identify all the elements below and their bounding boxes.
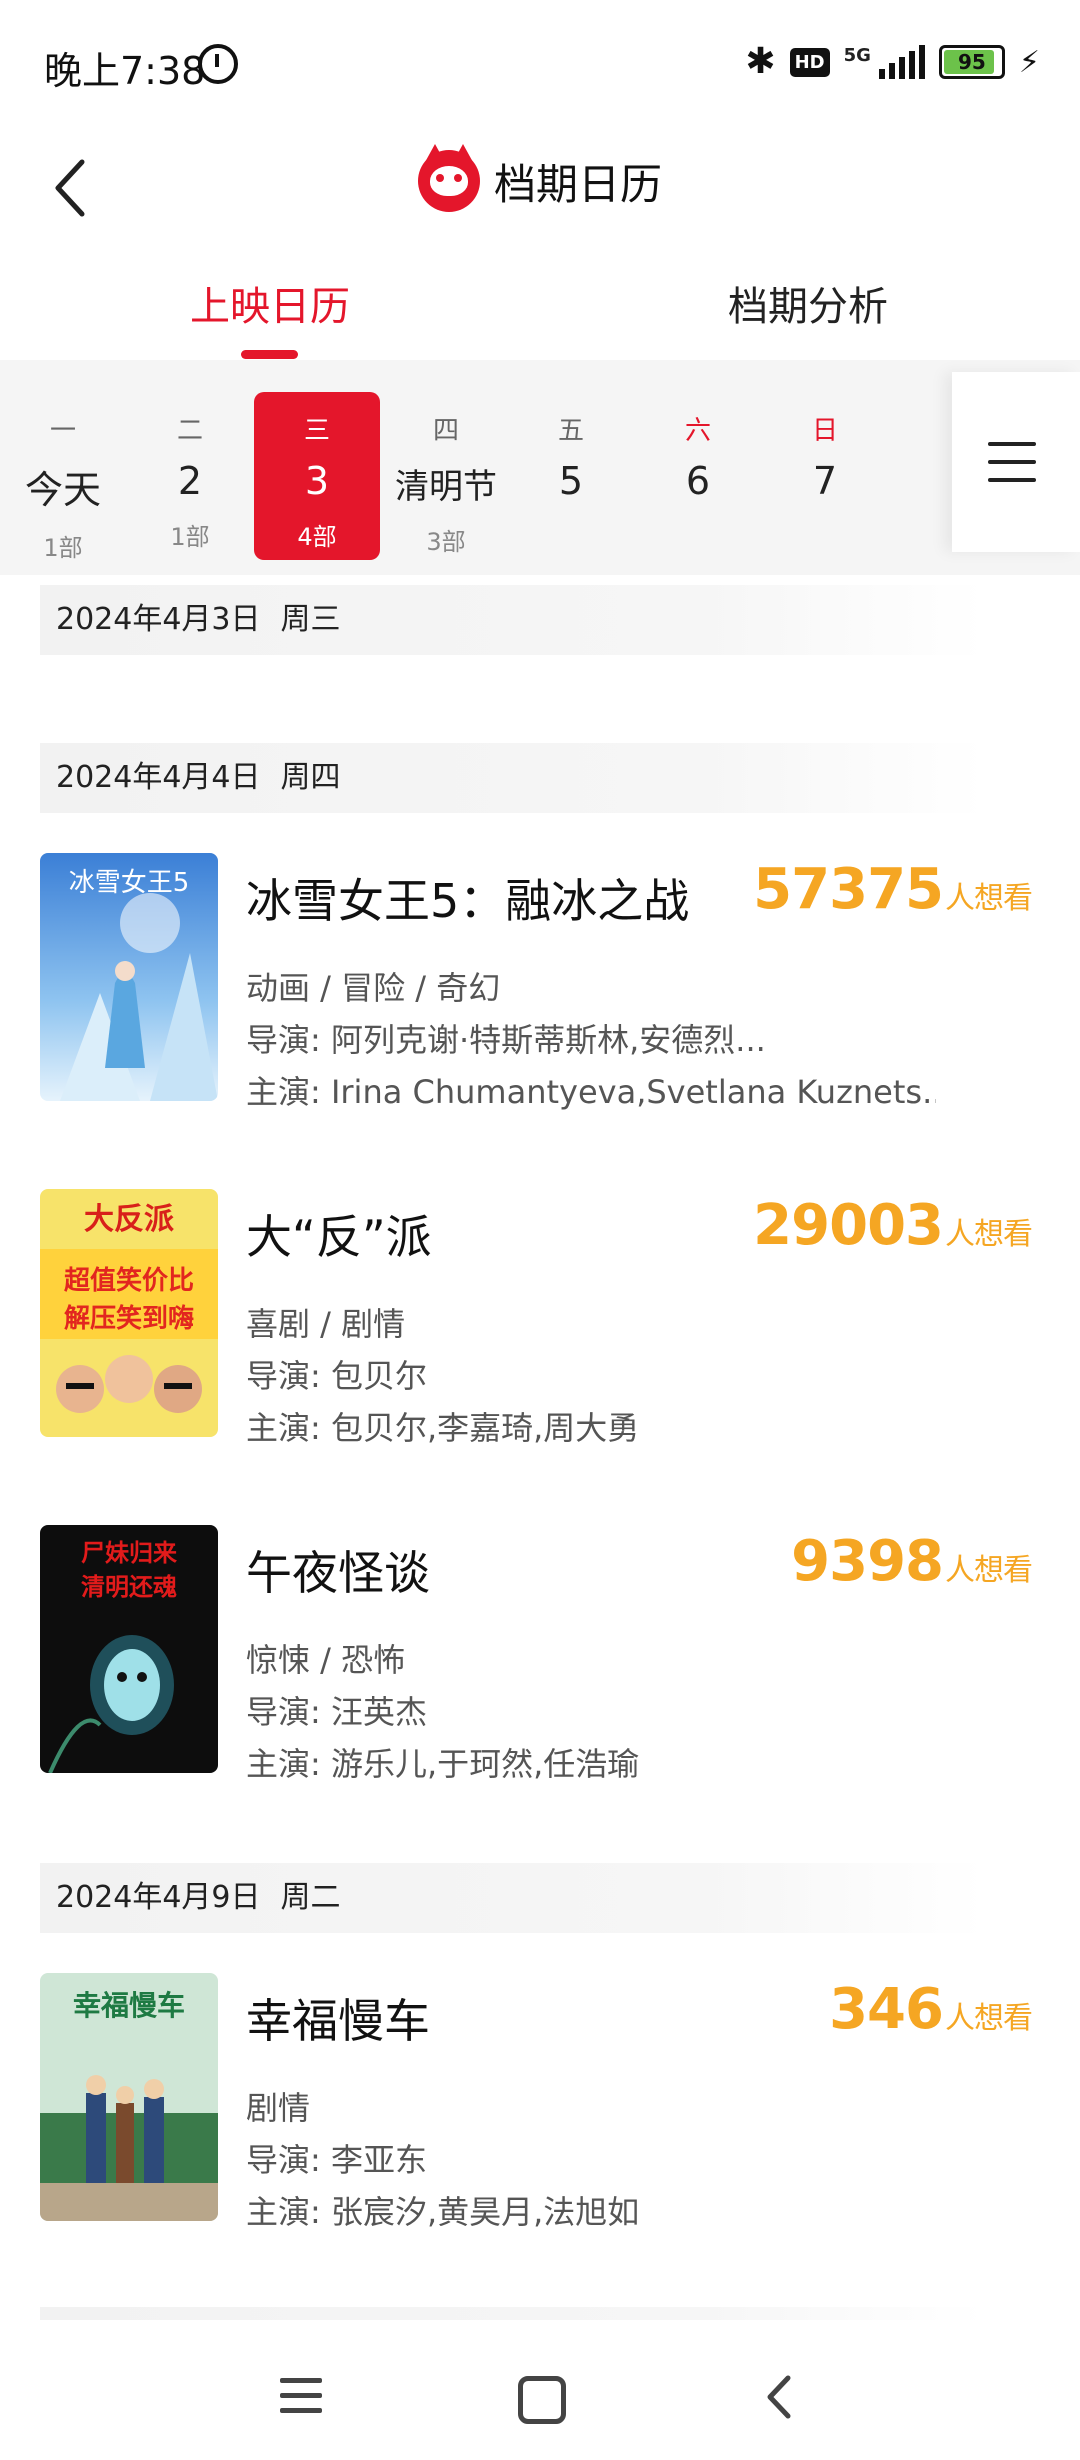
movie-poster[interactable]: 大反派 超值笑价比 解压笑到嗨 (40, 1189, 218, 1437)
day-count (635, 517, 761, 547)
movie-poster[interactable]: 冰雪女王5 (40, 853, 218, 1101)
battery-level: 95 (958, 50, 986, 74)
day-item[interactable]: 日 7 (762, 392, 888, 560)
svg-text:清明还魂: 清明还魂 (81, 1573, 177, 1601)
day-count (762, 517, 888, 547)
movie-cast: 主演: 张宸汐,黄昊月,法旭如 (246, 2193, 640, 2231)
calendar-menu-button[interactable] (952, 372, 1080, 552)
day-date: 5 (558, 459, 584, 503)
movie-genres: 惊悚 / 恐怖 (246, 1641, 406, 1679)
day-weekday: 一 (49, 416, 76, 446)
status-bar: 晚上7:38 ✱ HD 5G 95 ⚡ (0, 0, 1080, 130)
system-nav-bar (0, 2320, 1080, 2460)
day-item[interactable]: 五 5 (508, 392, 634, 560)
movie-director: 导演: 李亚东 (246, 2141, 427, 2179)
app-header: 档期日历 (0, 130, 1080, 250)
charging-icon: ⚡ (1018, 44, 1040, 80)
recent-apps-icon[interactable] (280, 2378, 322, 2423)
day-date: 清明节 (395, 467, 497, 507)
want-to-see-count: 29003人想看 (753, 1193, 1033, 1258)
movie-director: 导演: 包贝尔 (246, 1357, 427, 1395)
movie-list: 2024年4月3日 周三 2024年4月4日 周四 冰雪女王5 冰雪女王5：融冰之战… (0, 575, 1080, 2320)
movie-poster[interactable]: 尸妹归来 清明还魂 (40, 1525, 218, 1773)
day-weekday: 三 (303, 416, 330, 446)
tab-release-calendar[interactable]: 上映日历 (190, 274, 350, 332)
date-group-header-partial (40, 2307, 985, 2320)
movie-cast: 主演: 游乐儿,于珂然,任浩瑜 (246, 1745, 640, 1783)
signal-icon: 5G (844, 45, 925, 79)
movie-title[interactable]: 幸福慢车 (246, 1985, 430, 2051)
group-weekday: 周四 (280, 760, 341, 795)
movie-director: 导演: 汪英杰 (246, 1693, 427, 1731)
home-icon[interactable] (518, 2376, 566, 2424)
movie-genres: 剧情 (246, 2089, 311, 2127)
movie-director: 导演: 阿列克谢·特斯蒂斯林,安德烈... (246, 1021, 766, 1059)
day-item[interactable]: 四 清明节 3部 (381, 392, 511, 560)
movie-title[interactable]: 大“反”派 (246, 1201, 432, 1267)
movie-genres: 喜剧 / 剧情 (246, 1305, 406, 1343)
date-group-header: 2024年4月4日 周四 (40, 743, 985, 813)
day-weekday: 二 (176, 416, 203, 446)
nav-back-icon[interactable] (760, 2372, 800, 2422)
movie-genres: 动画 / 冒险 / 奇幻 (246, 969, 501, 1007)
day-item-selected[interactable]: 三 3 4部 (254, 392, 380, 560)
hd-badge: HD (789, 47, 830, 77)
svg-text:冰雪女王5: 冰雪女王5 (69, 868, 190, 898)
group-weekday: 周三 (280, 602, 341, 637)
tab-indicator (241, 350, 298, 359)
day-date: 7 (812, 459, 838, 503)
movie-cast: 主演: Irina Chumantyeva,Svetlana Kuznets..… (246, 1073, 936, 1111)
movie-cast: 主演: 包贝尔,李嘉琦,周大勇 (246, 1409, 640, 1447)
alarm-icon (198, 44, 238, 84)
day-item[interactable]: 六 6 (635, 392, 761, 560)
tab-schedule-analysis[interactable]: 档期分析 (728, 274, 888, 332)
svg-text:超值笑价比: 超值笑价比 (64, 1265, 194, 1296)
day-count: 1部 (43, 534, 83, 562)
group-date: 2024年4月4日 (56, 760, 261, 795)
status-time: 晚上7:38 (44, 49, 206, 93)
svg-text:尸妹归来: 尸妹归来 (81, 1539, 178, 1567)
menu-icon (988, 442, 1036, 496)
day-item[interactable]: 一 今天 1部 (0, 392, 126, 562)
day-count (508, 517, 634, 547)
day-weekday: 日 (811, 416, 838, 446)
page-title: 档期日历 (493, 159, 662, 209)
day-weekday: 四 (432, 416, 459, 446)
maoyan-logo-icon (417, 144, 480, 212)
date-group-header: 2024年4月3日 周三 (40, 585, 985, 655)
day-weekday: 六 (684, 416, 711, 446)
svg-text:大反派: 大反派 (84, 1202, 174, 1237)
day-item[interactable]: 二 2 1部 (127, 392, 253, 560)
svg-text:幸福慢车: 幸福慢车 (73, 1989, 185, 2022)
want-to-see-count: 57375人想看 (753, 857, 1033, 922)
date-strip: 一 今天 1部 二 2 1部 三 3 4部 四 清明节 3部 五 5 六 6 日… (0, 360, 1080, 575)
movie-poster[interactable]: 幸福慢车 (40, 1973, 218, 2221)
group-weekday: 周二 (280, 1880, 341, 1915)
group-date: 2024年4月3日 (56, 602, 261, 637)
day-weekday: 五 (557, 416, 584, 446)
day-date: 2 (177, 459, 203, 503)
day-count: 4部 (297, 523, 337, 551)
movie-title[interactable]: 午夜怪谈 (246, 1537, 430, 1603)
day-count: 1部 (170, 523, 210, 551)
day-date: 今天 (24, 468, 101, 512)
svg-text:解压笑到嗨: 解压笑到嗨 (64, 1303, 194, 1334)
movie-title[interactable]: 冰雪女王5：融冰之战 (246, 865, 689, 931)
network-type: 5G (843, 45, 871, 66)
want-to-see-count: 346人想看 (829, 1977, 1033, 2042)
bluetooth-icon: ✱ (745, 41, 776, 82)
day-count: 3部 (426, 528, 466, 556)
day-date: 3 (304, 459, 330, 503)
group-date: 2024年4月9日 (56, 1880, 261, 1915)
date-group-header: 2024年4月9日 周二 (40, 1863, 985, 1933)
day-date: 6 (685, 459, 711, 503)
battery-icon: 95 (938, 45, 1005, 79)
want-to-see-count: 9398人想看 (791, 1529, 1033, 1594)
tab-bar: 上映日历 档期分析 (0, 250, 1080, 360)
